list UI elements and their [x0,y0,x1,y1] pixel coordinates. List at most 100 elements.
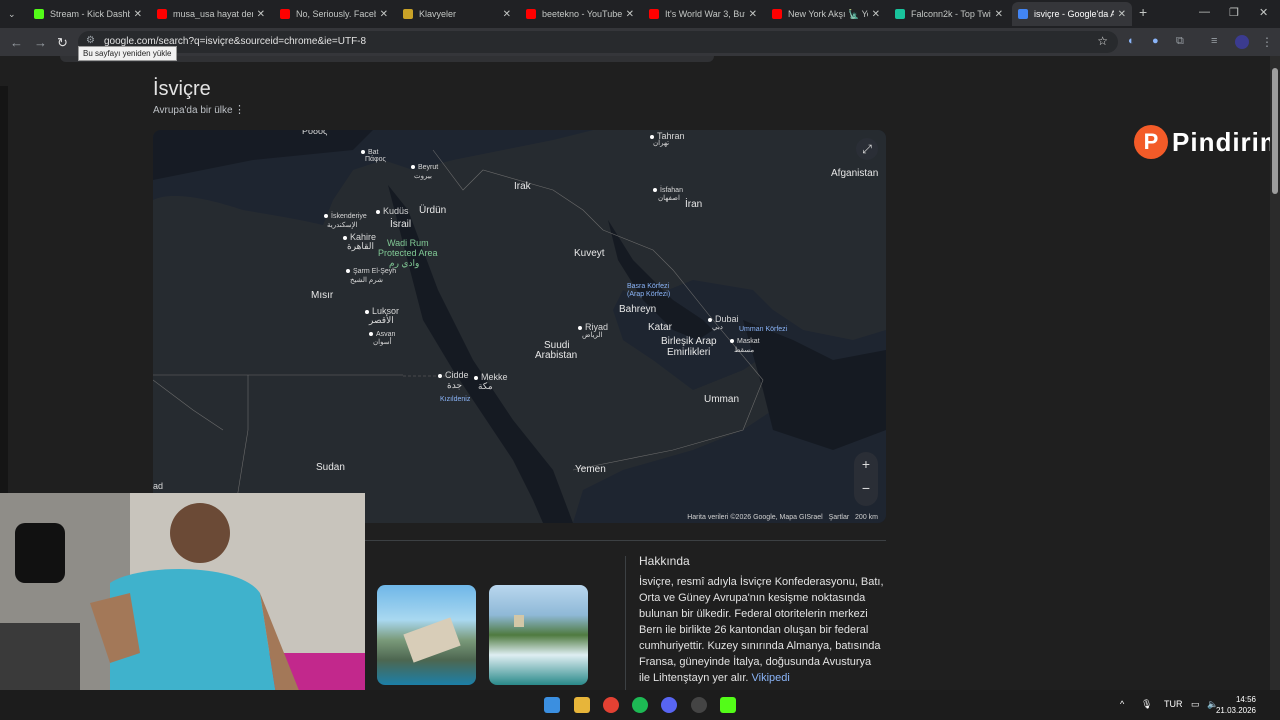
close-tab-icon[interactable]: ✕ [626,9,634,20]
map-label-basra: Basra Körfezi [627,283,669,290]
city-dot [474,375,478,380]
map-label-kizildeniz: Kızıldeniz [440,396,470,403]
zoom-controls: + − [854,452,878,506]
tab-7[interactable]: New York Akşı 🗽 Ye ✕ [766,2,886,26]
city-dot [365,309,369,314]
zoom-in-button[interactable]: + [854,452,878,476]
tab-5[interactable]: beetekno - YouTube ✕ [520,2,640,26]
map-label-bae2: Emirlikleri [667,347,710,358]
tab-search-button[interactable]: ⌄ [2,2,24,26]
city-dot [376,209,380,214]
map-label-wadirum: Wadi Rum [387,238,429,248]
map-label-text: Afganistan [831,168,879,179]
map-label-kuveyt: Kuveyt [574,248,605,259]
more-options-icon[interactable]: ⋮ [234,103,245,116]
tab-title: beetekno - YouTube [542,9,622,19]
map-label-luksor_ar: الأقصر [369,315,394,326]
kick-app-icon[interactable] [720,697,736,713]
close-tab-icon[interactable]: ✕ [503,9,511,20]
map-label-cidde_ar: جدة [447,380,462,391]
browser-toolbar: ← → ↻ ⚙ google.com/search?q=isviçre&sour… [0,28,1280,56]
map-label-text: مكة [478,381,493,391]
map-label-text: Emirlikleri [667,347,711,358]
map-scale: 200 km [855,514,878,521]
forward-icon[interactable]: → [34,35,47,50]
close-tab-icon[interactable]: ✕ [380,9,388,20]
tab-4[interactable]: Klavyeler ✕ [397,2,517,26]
map-label-text: القاهرة [347,241,374,251]
tab-9[interactable]: isviçre - Google'da A ✕ [1012,2,1132,26]
file-explorer-icon[interactable] [574,697,590,713]
map-label-text: ad [153,481,164,491]
pindirim-logo-text: Pindirim [1172,126,1270,157]
switzerland-image-1[interactable] [377,585,476,685]
map-label-text: أسوان [373,339,392,346]
map-label-irak: Irak [514,181,531,192]
map-label-text: جدة [447,380,463,390]
microphone-icon[interactable]: 🎙 [1141,699,1152,710]
switzerland-image-2[interactable] [489,585,588,685]
close-tab-icon[interactable]: ✕ [872,9,880,20]
app-icon[interactable] [691,697,707,713]
windows-start-icon[interactable] [544,697,560,713]
map-terms-link[interactable]: Şartlar [829,514,850,521]
youtube-icon [526,9,536,19]
extension-icon[interactable]: ● [1152,35,1159,47]
spotify-icon[interactable] [632,697,648,713]
new-tab-button[interactable]: + [1139,4,1147,20]
map-label-mekke_ar: مكة [478,381,493,392]
city-dot [438,373,442,378]
map-label-rodos: Ρόδος [302,130,327,136]
close-tab-icon[interactable]: ✕ [134,9,142,20]
close-tab-icon[interactable]: ✕ [257,9,265,20]
clock[interactable]: 14:56 21.03.2026 [1216,694,1256,716]
discord-icon[interactable] [661,697,677,713]
youtube-icon [280,9,290,19]
zoom-out-button[interactable]: − [854,476,878,500]
site-info-icon[interactable]: ⚙ [86,35,95,46]
address-bar[interactable]: ⚙ google.com/search?q=isviçre&sourceid=c… [78,31,1118,53]
tab-8[interactable]: Falconn2k - Top Twitc ✕ [889,2,1009,26]
close-window-button[interactable]: ✕ [1259,6,1268,19]
map-attribution: Harita verileri ©2026 Google, Mapa GISra… [687,514,878,521]
extensions-puzzle-icon[interactable]: ⧉ [1176,35,1184,48]
map-label-afganistan: Afganistan [831,168,878,179]
network-icon[interactable]: ▭ [1191,699,1200,710]
profile-avatar[interactable] [1235,35,1249,49]
map-label-text: Kızıldeniz [440,396,471,403]
tray-chevron-icon[interactable]: ^ [1120,699,1124,709]
map-label-text: Kuveyt [574,248,605,259]
media-control-icon[interactable]: ≡ [1211,35,1217,47]
expand-map-icon[interactable]: ⤢ [856,138,878,160]
map-label-text: Πάφος [365,156,386,163]
map-label-urdun: Ürdün [419,205,446,216]
bookmark-star-icon[interactable]: ☆ [1097,34,1108,48]
scrollbar-thumb[interactable] [1272,68,1278,194]
city-dot [361,150,365,155]
minimize-button[interactable]: — [1199,6,1210,18]
map-label-text: الأقصر [369,315,394,325]
tab-2[interactable]: musa_usa hayat ders ✕ [151,2,271,26]
city-dot [324,214,328,219]
language-indicator[interactable]: TUR [1164,699,1183,709]
chrome-icon[interactable] [603,697,619,713]
close-tab-icon[interactable]: ✕ [749,9,757,20]
map-label-asvan_ar: أسوان [373,338,392,346]
chrome-menu-icon[interactable]: ⋮ [1261,35,1273,49]
tab-3[interactable]: No, Seriously. Facebo ✕ [274,2,394,26]
reload-icon[interactable]: ↻ [57,35,68,51]
wikipedia-link[interactable]: Vikipedi [752,672,790,684]
page-title: İsviçre [153,78,211,100]
map-label-wadirum2: Protected Area [378,248,438,258]
page-scrollbar[interactable] [1270,56,1280,690]
city-dot [411,165,415,170]
close-tab-icon[interactable]: ✕ [995,9,1003,20]
back-icon[interactable]: ← [10,35,23,50]
maximize-button[interactable]: ❐ [1229,6,1239,19]
map-label-asvan: Asvan [369,331,395,338]
extension-icon[interactable]: ◐ [1128,35,1135,47]
tab-6[interactable]: It's World War 3, But ✕ [643,2,763,26]
map-view[interactable]: ⤢ + − Harita verileri ©2026 Google, Mapa… [153,130,886,523]
close-tab-icon[interactable]: ✕ [1118,9,1126,20]
tab-1[interactable]: Stream - Kick Dashbo ✕ [28,2,148,26]
